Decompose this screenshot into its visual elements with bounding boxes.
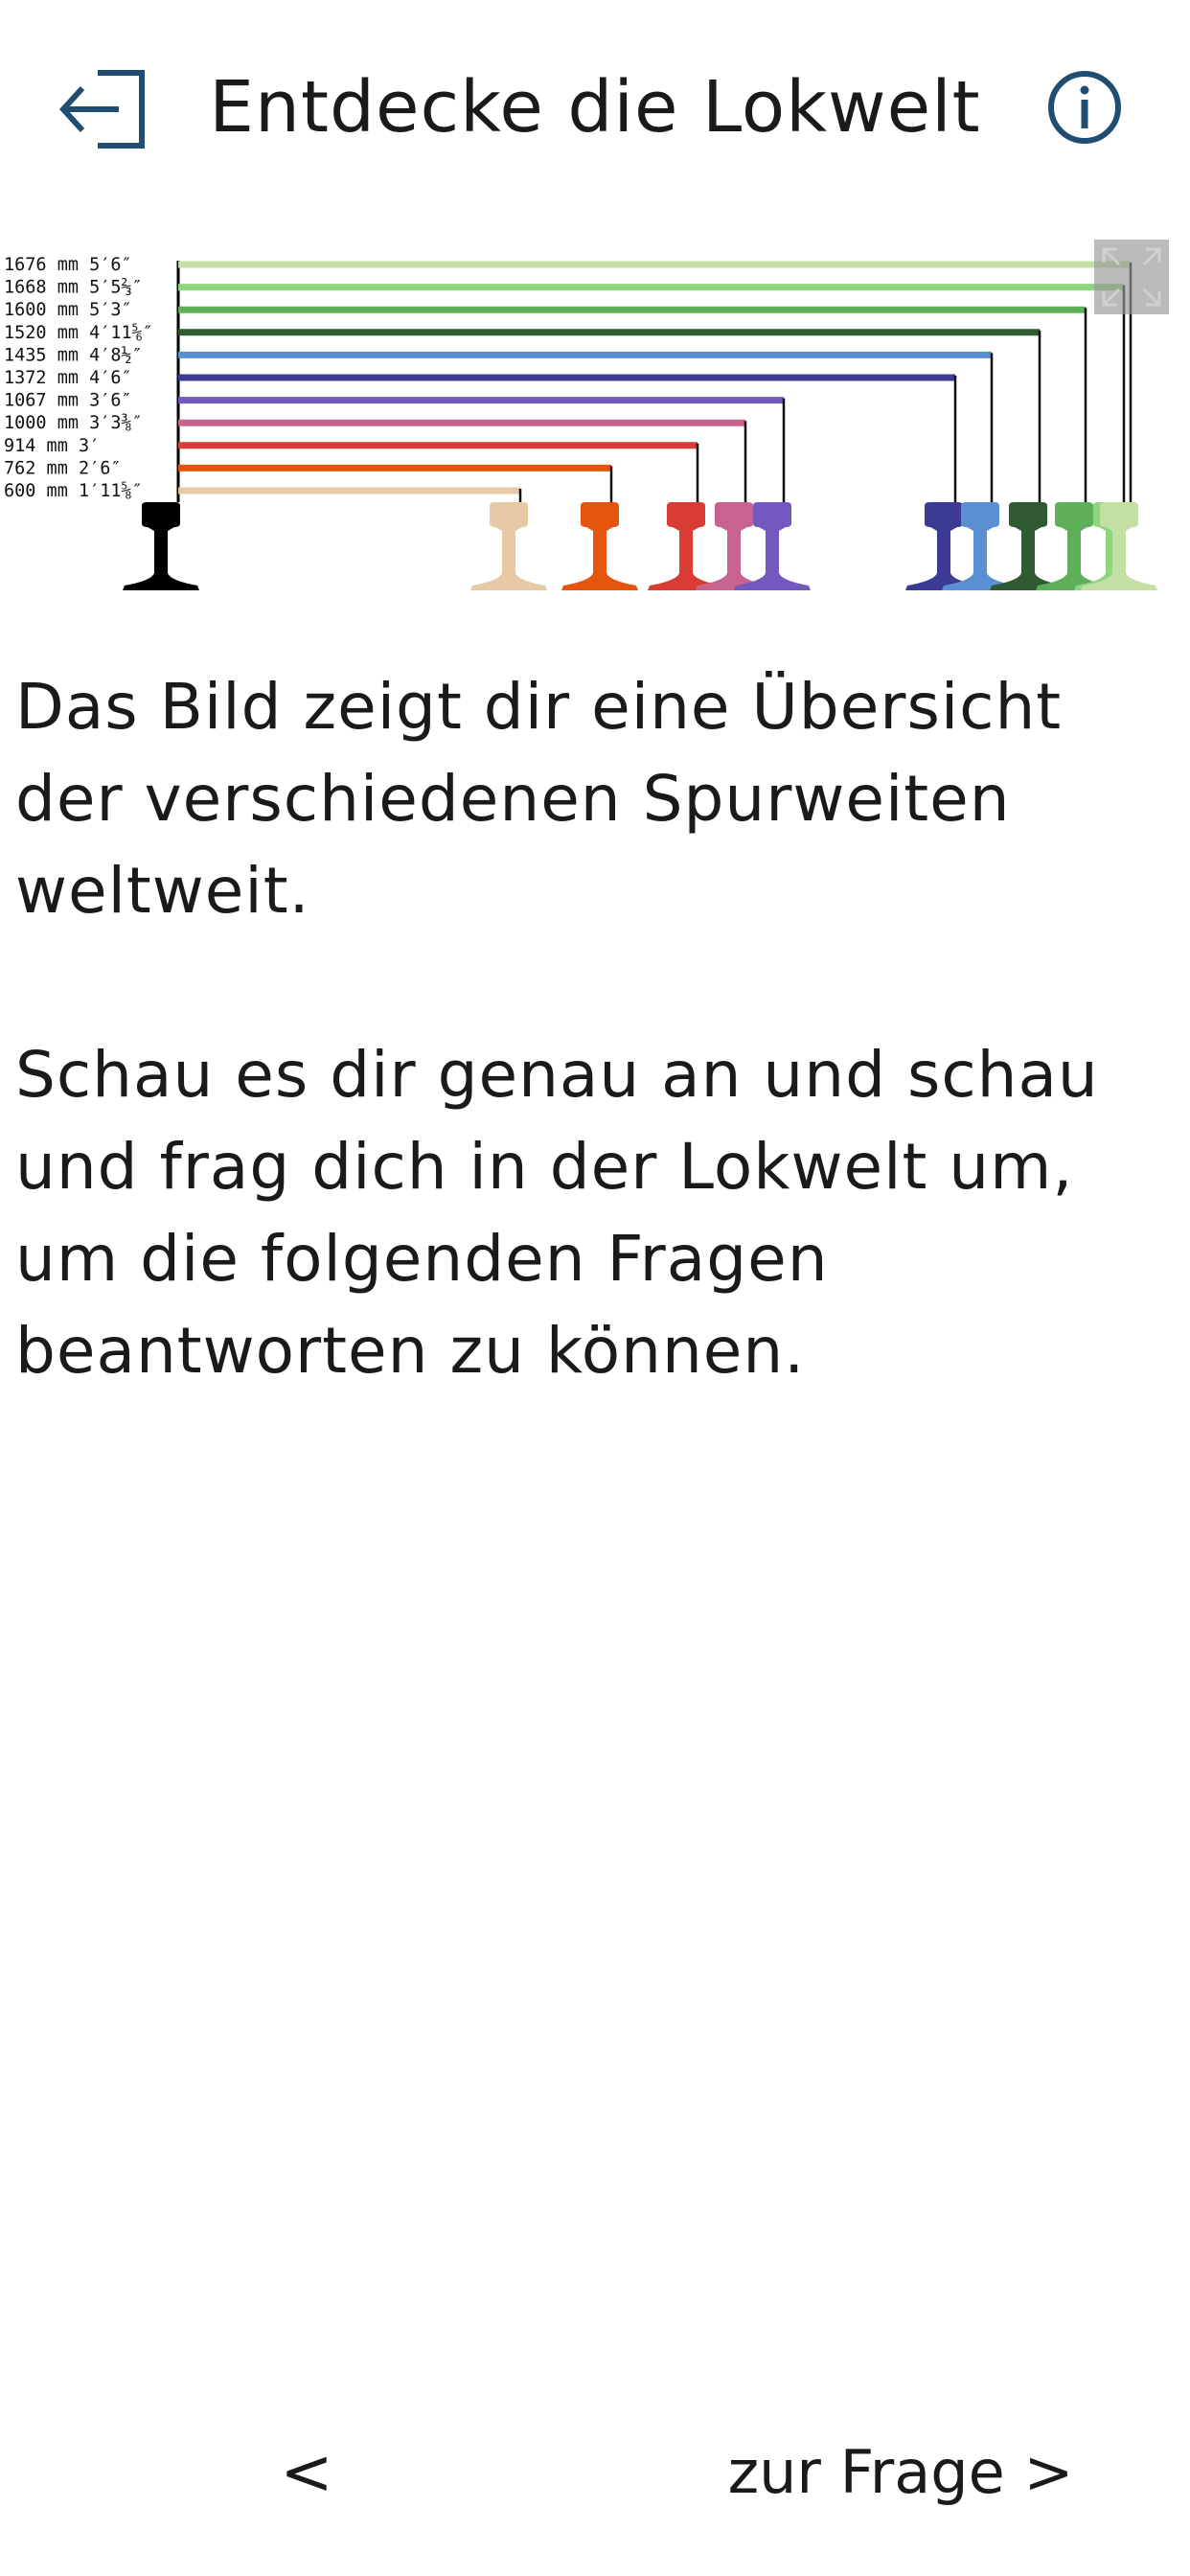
track-gauge-diagram: 1676 mm 5′6″ 1668 mm 5′5⅔″ 1600 mm 5′3″ 152…	[0, 234, 1190, 598]
previous-button[interactable]: <	[259, 2425, 355, 2520]
gauge-label: 1372 mm 4′6″	[4, 368, 132, 388]
instruction-text: Schau es dir genau an und schau und frag…	[15, 1038, 1099, 1388]
intro-text: Das Bild zeigt dir eine Übersicht der ve…	[15, 670, 1063, 928]
gauge-label: 1600 mm 5′3″	[4, 300, 132, 320]
gauge-diagram-svg: 1676 mm 5′6″ 1668 mm 5′5⅔″1600 mm 5′3″ 152…	[4, 255, 1157, 590]
gauge-label: 1668 mm 5′5⅔″	[4, 278, 143, 298]
gauge-label: 914 mm 3′	[4, 436, 100, 456]
gauge-rail	[561, 502, 638, 590]
page-title: Entdecke die Lokwelt	[209, 66, 981, 149]
expand-icon	[1102, 247, 1161, 307]
gauge-rail	[648, 502, 724, 590]
gauge-label: 600 mm 1′11⅝″	[4, 481, 143, 501]
gauge-label: 1676 mm 5′6″	[4, 255, 132, 275]
header: Entdecke die Lokwelt	[0, 0, 1190, 215]
reference-rail	[123, 502, 199, 590]
gauge-rail	[470, 502, 547, 590]
gauge-label: 1067 mm 3′6″	[4, 391, 132, 411]
gauge-label: 762 mm 2′6″	[4, 458, 122, 478]
expand-image-button[interactable]	[1094, 240, 1169, 314]
next-question-button[interactable]: zur Frage >	[709, 2425, 1092, 2520]
info-icon	[1048, 71, 1121, 144]
gauge-label: 1520 mm 4′11⅚″	[4, 323, 153, 343]
info-button[interactable]	[1046, 69, 1123, 146]
gauge-label: 1435 mm 4′8½″	[4, 345, 143, 365]
gauge-label: 1000 mm 3′3⅜″	[4, 413, 143, 433]
